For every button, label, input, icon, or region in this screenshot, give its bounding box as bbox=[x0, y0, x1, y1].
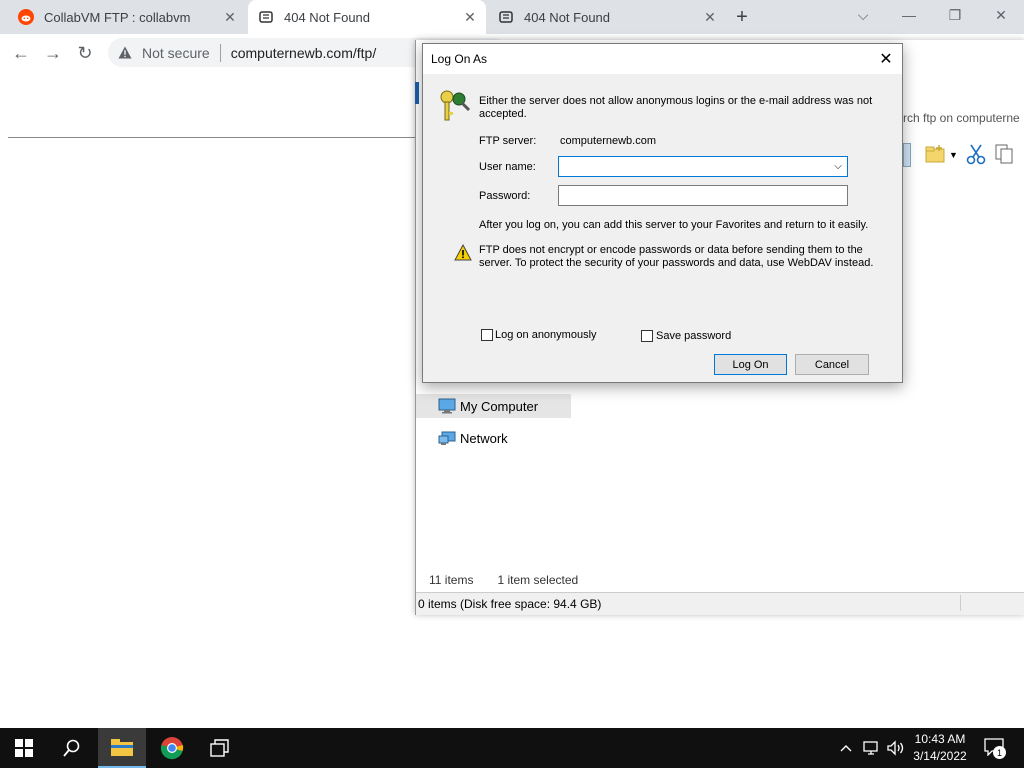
close-icon[interactable]: ✕ bbox=[870, 44, 902, 74]
explorer-accent bbox=[415, 82, 419, 104]
chrome-taskbar-button[interactable] bbox=[148, 728, 196, 768]
username-combobox[interactable]: ⌵ bbox=[558, 156, 848, 177]
save-password-checkbox[interactable]: Save password bbox=[641, 330, 731, 342]
close-tab-icon[interactable]: ✕ bbox=[700, 7, 720, 27]
tab-404[interactable]: 404 Not Found ✕ bbox=[488, 0, 726, 34]
notification-icon[interactable]: 1 bbox=[982, 736, 1006, 760]
dialog-titlebar: Log On As bbox=[423, 44, 902, 74]
log-on-button[interactable]: Log On bbox=[714, 354, 787, 375]
chevron-down-icon[interactable]: ⌵ bbox=[831, 159, 845, 174]
restore-icon[interactable]: ❐ bbox=[932, 0, 978, 30]
url-text: computernewb.com/ftp/ bbox=[230, 44, 377, 61]
tab-404-active[interactable]: 404 Not Found ✕ bbox=[248, 0, 486, 34]
username-label: User name: bbox=[479, 161, 536, 173]
notification-count: 1 bbox=[993, 746, 1006, 759]
cut-icon[interactable] bbox=[966, 143, 986, 168]
dialog-message: Either the server does not allow anonymo… bbox=[479, 95, 873, 120]
checkbox-label: Save password bbox=[656, 330, 732, 342]
reload-icon[interactable]: ↻ bbox=[72, 40, 98, 66]
logon-dialog: Log On As ✕ Either the server does not a… bbox=[422, 43, 903, 383]
ftp-server-label: FTP server: bbox=[479, 135, 537, 147]
cancel-button[interactable]: Cancel bbox=[795, 354, 869, 375]
explorer-status-bar: 0 items (Disk free space: 94.4 GB) bbox=[416, 592, 1024, 615]
ftp-icon bbox=[258, 9, 274, 25]
network-icon bbox=[438, 430, 458, 446]
time: 10:43 AM bbox=[914, 732, 966, 746]
warning-icon bbox=[118, 46, 134, 59]
close-tab-icon[interactable]: ✕ bbox=[460, 7, 480, 27]
search-box[interactable]: rch ftp on computerne bbox=[903, 106, 1024, 130]
new-tab-button[interactable]: + bbox=[728, 6, 756, 28]
nav-item-network[interactable]: Network bbox=[416, 426, 571, 450]
ribbon-edge bbox=[903, 143, 911, 167]
security-warning: FTP does not encrypt or encode passwords… bbox=[479, 244, 874, 269]
chrome-icon bbox=[160, 737, 184, 760]
tab-collabvm[interactable]: CollabVM FTP : collabvm ✕ bbox=[8, 0, 246, 34]
copy-icon[interactable] bbox=[994, 143, 1014, 168]
tab-title: CollabVM FTP : collabvm bbox=[44, 9, 191, 25]
security-label: Not secure bbox=[142, 44, 210, 61]
selection-count: 1 item selected bbox=[497, 573, 579, 587]
date: 3/14/2022 bbox=[913, 749, 967, 763]
new-folder-icon[interactable] bbox=[925, 144, 947, 167]
tab-title: 404 Not Found bbox=[524, 9, 611, 25]
checkbox-box[interactable] bbox=[641, 330, 653, 342]
start-button[interactable] bbox=[0, 728, 48, 768]
keys-icon bbox=[437, 88, 471, 127]
task-view-icon[interactable] bbox=[196, 728, 244, 768]
checkbox-label: Log on anonymously bbox=[495, 329, 597, 341]
nav-label: Network bbox=[460, 430, 508, 446]
forward-icon[interactable]: → bbox=[40, 40, 66, 66]
close-window-icon[interactable]: ✕ bbox=[978, 0, 1024, 30]
favorites-info: After you log on, you can add this serve… bbox=[479, 219, 869, 231]
close-tab-icon[interactable]: ✕ bbox=[220, 7, 240, 27]
explorer-ribbon: ▼ bbox=[903, 140, 1024, 170]
clock[interactable]: 10:43 AM 3/14/2022 bbox=[910, 731, 970, 765]
ftp-server-value: computernewb.com bbox=[560, 135, 656, 147]
anonymous-checkbox[interactable]: Log on anonymously bbox=[481, 329, 597, 341]
password-field[interactable] bbox=[558, 185, 848, 206]
ftp-icon bbox=[498, 9, 514, 25]
divider bbox=[219, 43, 221, 62]
search-icon[interactable] bbox=[48, 728, 96, 768]
file-explorer-taskbar-button[interactable] bbox=[98, 728, 146, 768]
dialog-title: Log On As bbox=[431, 52, 488, 66]
dropdown-icon[interactable]: ▼ bbox=[949, 150, 958, 160]
reddit-icon bbox=[18, 9, 34, 25]
computer-icon bbox=[438, 398, 458, 414]
password-label: Password: bbox=[479, 190, 531, 202]
network-status-icon[interactable] bbox=[862, 738, 882, 758]
nav-item-my-computer[interactable]: My Computer bbox=[416, 394, 571, 418]
page-rule bbox=[8, 137, 420, 138]
explorer-status: 11 items 1 item selected bbox=[416, 570, 1024, 590]
volume-icon[interactable] bbox=[885, 738, 907, 758]
divider bbox=[960, 595, 961, 611]
nav-label: My Computer bbox=[460, 398, 539, 414]
tab-title: 404 Not Found bbox=[284, 9, 371, 25]
minimize-icon[interactable]: — bbox=[886, 0, 932, 30]
tab-search-icon[interactable]: ⌵ bbox=[840, 0, 886, 30]
disk-space: 0 items (Disk free space: 94.4 GB) bbox=[418, 597, 602, 611]
item-count: 11 items bbox=[429, 573, 474, 587]
chevron-up-icon[interactable] bbox=[838, 738, 854, 758]
windows-icon bbox=[15, 739, 33, 757]
warning-icon bbox=[454, 243, 472, 264]
back-icon[interactable]: ← bbox=[8, 40, 34, 66]
checkbox-box[interactable] bbox=[481, 329, 493, 341]
folder-icon bbox=[111, 739, 133, 756]
